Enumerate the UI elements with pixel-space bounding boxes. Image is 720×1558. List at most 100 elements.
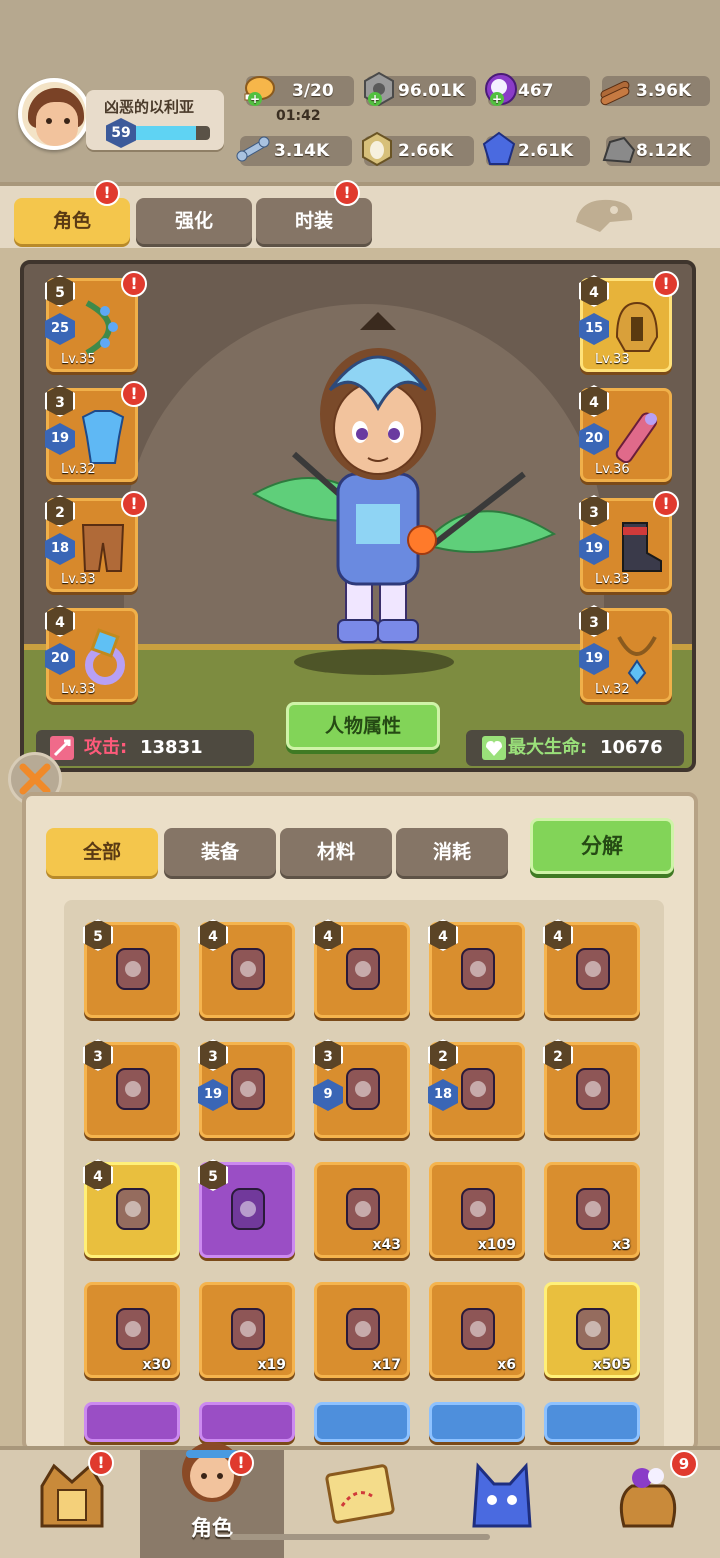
equip-slot-quiver[interactable]: 4 20 Lv.36 xyxy=(579,385,672,482)
filter-equipment-label: 装备 xyxy=(200,841,239,863)
equip-enhance-level: 15 xyxy=(579,313,609,345)
gem-resource[interactable]: + 467 xyxy=(485,73,590,106)
character-attributes-label: 人物属性 xyxy=(324,715,401,737)
wood-resource[interactable]: 3.96K xyxy=(600,76,710,106)
crystal-value: 2.61K xyxy=(518,141,574,161)
iron-ore-icon xyxy=(602,136,636,164)
player-avatar[interactable] xyxy=(18,78,90,150)
decompose-button[interactable]: 分解 xyxy=(530,818,674,874)
equip-stars: 3 xyxy=(45,385,75,417)
equip-enhance-level: 19 xyxy=(579,533,609,565)
character-attributes-button[interactable]: 人物属性 xyxy=(286,702,440,750)
equip-level: Lv.32 xyxy=(61,462,96,477)
filter-equipment[interactable]: 装备 xyxy=(164,828,276,876)
inventory-item[interactable]: x505 xyxy=(544,1282,640,1378)
tab-fashion-alert-badge: ! xyxy=(334,180,360,206)
filter-materials-label: 材料 xyxy=(316,841,355,863)
add-stamina-icon[interactable]: + xyxy=(248,92,262,106)
add-gem-icon[interactable]: + xyxy=(490,92,504,106)
crystal-resource[interactable]: 2.61K xyxy=(482,131,590,166)
item-count: x505 xyxy=(592,1357,631,1373)
purple-armor-icon xyxy=(461,948,495,990)
inventory-item[interactable] xyxy=(84,1402,180,1442)
stamina-resource[interactable]: + 3/20 xyxy=(244,76,354,106)
star-necklace-icon xyxy=(231,1188,265,1230)
equip-enhance-level: 19 xyxy=(579,643,609,675)
equip-level: Lv.33 xyxy=(595,572,630,587)
nav-pet[interactable] xyxy=(430,1450,574,1558)
coin-value: 96.01K xyxy=(398,81,465,101)
equip-slot-weapon[interactable]: 5 25 Lv.35 ! xyxy=(45,271,147,372)
tab-enhance-label: 强化 xyxy=(174,210,213,232)
equip-level: Lv.36 xyxy=(595,462,630,477)
equip-slot-boots[interactable]: 3 19 Lv.33 ! xyxy=(579,491,679,592)
ore-resource[interactable]: 8.12K xyxy=(602,136,710,166)
dino-skull-decoration-icon xyxy=(576,199,633,232)
inventory-item[interactable]: x17 xyxy=(314,1282,410,1378)
inventory-item[interactable]: x43 xyxy=(314,1162,410,1258)
inventory-item[interactable]: x109 xyxy=(429,1162,525,1258)
home-indicator xyxy=(230,1534,490,1540)
equip-enhance-level: 19 xyxy=(45,423,75,455)
inventory-item[interactable]: 4 xyxy=(313,919,410,1018)
add-coin-icon[interactable]: + xyxy=(368,92,382,106)
inventory-item[interactable]: 3 xyxy=(83,1039,180,1138)
equip-slot-armor[interactable]: 3 19 Lv.32 ! xyxy=(45,381,147,482)
bone-resource[interactable]: 3.14K xyxy=(236,136,352,166)
tab-enhance[interactable]: 强化 xyxy=(136,198,252,244)
bone-value: 3.14K xyxy=(274,141,330,161)
tab-fashion[interactable]: 时装 xyxy=(256,198,372,244)
player-name-plate[interactable]: 凶恶的以利亚 59 xyxy=(86,90,224,150)
filter-materials[interactable]: 材料 xyxy=(280,828,392,876)
nav-character[interactable]: ! 角色 xyxy=(140,1442,284,1558)
equip-stars: 3 xyxy=(579,605,609,637)
inventory-item[interactable]: x30 xyxy=(84,1282,180,1378)
inventory-item[interactable]: x6 xyxy=(429,1282,525,1378)
vine-bow-icon xyxy=(231,948,265,990)
filter-consumables[interactable]: 消耗 xyxy=(396,828,508,876)
item-count: x43 xyxy=(372,1237,401,1253)
item-count: x17 xyxy=(372,1357,401,1373)
equip-slot-ring[interactable]: 4 20 Lv.33 xyxy=(45,605,138,702)
equip-slot-necklace[interactable]: 3 19 Lv.32 xyxy=(579,605,672,702)
item-count: x3 xyxy=(612,1237,631,1253)
inventory-item[interactable]: x19 xyxy=(199,1282,295,1378)
egg-resource[interactable]: 2.66K xyxy=(362,131,474,167)
tab-character[interactable]: 角色 xyxy=(14,198,130,244)
nav-bag[interactable]: 9 xyxy=(576,1450,720,1558)
inventory-item[interactable]: 5 xyxy=(83,919,180,1018)
inventory-item[interactable]: 3 19 xyxy=(198,1039,295,1138)
equip-level: Lv.35 xyxy=(61,352,96,367)
necklace-icon xyxy=(617,636,657,685)
purple-helmet-icon xyxy=(346,948,380,990)
inventory-panel: 全部 装备 材料 消耗 分解 5 4 4 4 4 3 3 19 3 9 2 18 2 4 5 x43 x109 x… xyxy=(22,792,698,1460)
inventory-item[interactable] xyxy=(544,1402,640,1442)
inventory-item[interactable]: 4 xyxy=(198,919,295,1018)
inventory-item[interactable]: 4 xyxy=(543,919,640,1018)
inventory-item[interactable]: 2 18 xyxy=(428,1039,525,1138)
inventory-item[interactable]: 4 xyxy=(83,1159,180,1258)
equip-slot-helmet[interactable]: 4 15 Lv.33 ! xyxy=(579,271,679,372)
nav-base-alert-badge: ! xyxy=(88,1450,114,1476)
equip-slot-pants[interactable]: 2 18 Lv.33 ! xyxy=(45,491,147,592)
inventory-item[interactable]: 2 xyxy=(543,1039,640,1138)
nav-base[interactable]: ! xyxy=(0,1450,144,1558)
equip-stars: 4 xyxy=(45,605,75,637)
pants-icon xyxy=(81,524,125,572)
inventory-item[interactable]: 5 xyxy=(198,1159,295,1258)
inventory-item[interactable]: 4 xyxy=(428,919,525,1018)
pink-boots-icon xyxy=(116,1068,150,1110)
item-count: x6 xyxy=(497,1357,516,1373)
nav-map[interactable] xyxy=(288,1450,432,1558)
bottom-navigation: ! ! 角色 9 xyxy=(0,1442,720,1558)
bone-icon xyxy=(236,136,270,162)
hero-character[interactable] xyxy=(234,304,564,674)
inventory-item[interactable] xyxy=(429,1402,525,1442)
equip-level: Lv.32 xyxy=(595,682,630,697)
egg-value: 2.66K xyxy=(398,141,454,161)
inventory-item[interactable]: 39 xyxy=(313,1039,410,1138)
coin-resource[interactable]: + 96.01K xyxy=(364,71,476,107)
inventory-item[interactable]: x3 xyxy=(544,1162,640,1258)
filter-all[interactable]: 全部 xyxy=(46,828,158,876)
inventory-item[interactable] xyxy=(314,1402,410,1442)
